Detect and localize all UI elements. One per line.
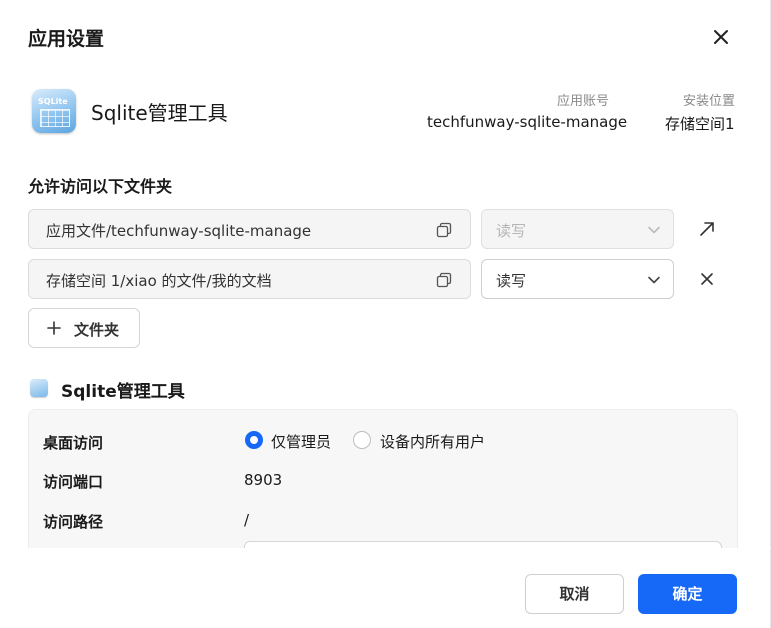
app-settings-dialog: 应用设置 SQLite Sqlite管理工具 应用账号 techfunway-s… (0, 0, 771, 628)
chevron-down-icon (648, 276, 660, 284)
ok-button[interactable]: 确定 (638, 574, 737, 614)
radio-admin-only-label[interactable]: 仅管理员 (271, 431, 331, 452)
cancel-button[interactable]: 取消 (525, 574, 624, 614)
sqlite-small-icon (30, 379, 48, 397)
remove-icon[interactable] (697, 269, 717, 289)
permission-select-value: 读写 (496, 222, 527, 240)
port-value: 8903 (244, 471, 283, 489)
app-name: Sqlite管理工具 (91, 101, 228, 125)
copy-icon[interactable] (436, 272, 452, 288)
app-section-title: Sqlite管理工具 (61, 382, 185, 402)
chevron-down-icon (648, 226, 660, 234)
desktop-access-label: 桌面访问 (43, 434, 104, 452)
install-location-label: 安装位置 (683, 94, 736, 109)
permission-select-value: 读写 (496, 272, 527, 290)
folders-section-title: 允许访问以下文件夹 (28, 177, 173, 196)
path-label: 访问路径 (43, 513, 104, 531)
partial-input-field[interactable] (244, 541, 722, 548)
folder-path-text: 存储空间 1/xiao 的文件/我的文档 (46, 272, 272, 290)
radio-all-users[interactable] (353, 431, 371, 449)
copy-icon[interactable] (436, 222, 452, 238)
folder-path-field: 存储空间 1/xiao 的文件/我的文档 (28, 259, 471, 299)
dialog-title: 应用设置 (28, 28, 105, 50)
install-location-value: 存储空间1 (665, 115, 735, 133)
add-folder-label: 文件夹 (74, 321, 120, 339)
plus-icon (47, 321, 61, 335)
footer-divider (0, 548, 771, 549)
radio-admin-only[interactable] (245, 431, 263, 449)
close-icon (714, 30, 728, 44)
folder-path-text: 应用文件/techfunway-sqlite-manage (46, 222, 312, 240)
open-arrow-icon[interactable] (697, 219, 717, 239)
close-button[interactable] (708, 24, 734, 50)
radio-all-users-label[interactable]: 设备内所有用户 (380, 431, 485, 452)
app-icon-text: SQLite (38, 97, 68, 106)
permission-select[interactable]: 读写 (481, 259, 674, 299)
add-folder-button[interactable]: 文件夹 (28, 308, 140, 348)
app-icon-grid (40, 109, 70, 127)
permission-select: 读写 (481, 209, 674, 249)
sqlite-app-icon: SQLite (32, 89, 76, 133)
app-settings-panel: 桌面访问 仅管理员 设备内所有用户 访问端口 8903 访问路径 / (28, 409, 738, 548)
port-label: 访问端口 (43, 473, 104, 491)
path-value: / (244, 511, 250, 529)
app-account-label: 应用账号 (557, 94, 610, 109)
folder-path-field: 应用文件/techfunway-sqlite-manage (28, 209, 471, 249)
app-account-value: techfunway-sqlite-manage (427, 113, 628, 131)
